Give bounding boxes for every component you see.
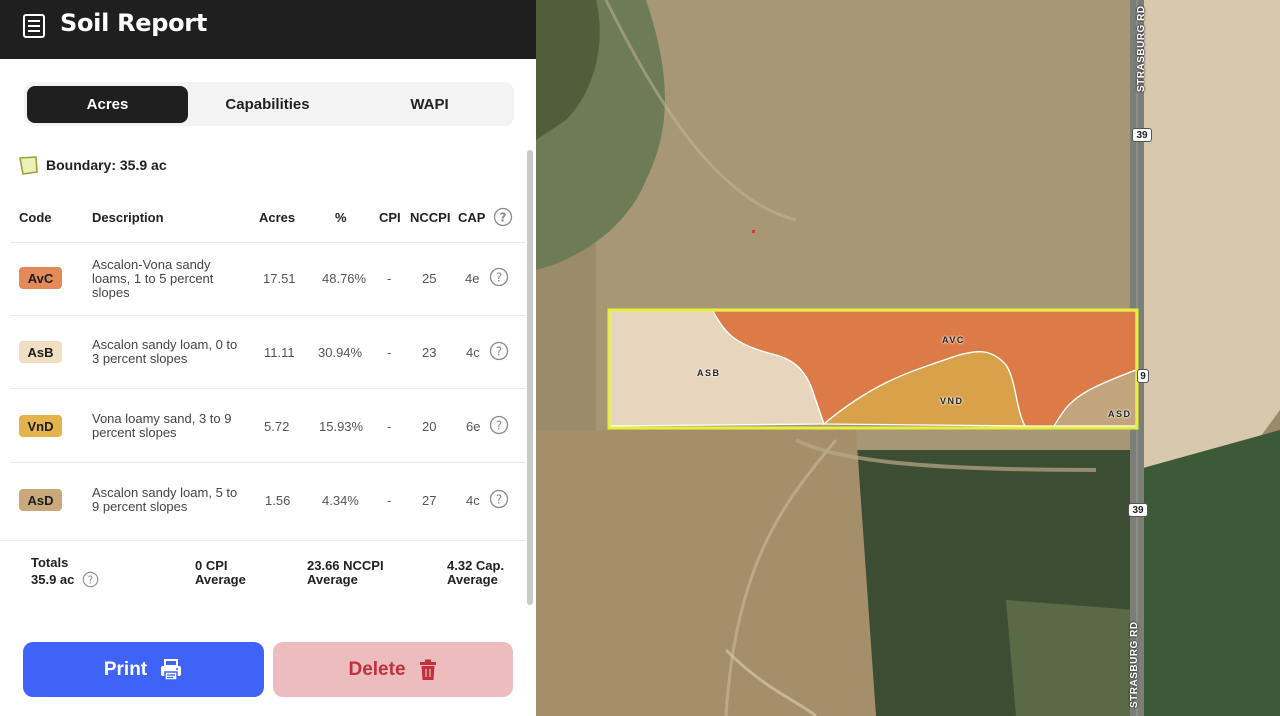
table-row: AsD Ascalon sandy loam, 5 to 9 percent s… — [10, 462, 526, 535]
map-label-asb: ASB — [697, 368, 721, 378]
soil-nccpi: 23 — [422, 345, 437, 360]
report-icon — [23, 14, 45, 38]
totals-nccpi-sub: Average — [307, 572, 358, 587]
soil-code-badge: AsD — [19, 489, 62, 511]
soil-description: Ascalon sandy loam, 0 to 3 percent slope… — [92, 337, 238, 366]
route-shield: 9 — [1137, 369, 1149, 383]
soil-cpi: - — [387, 345, 392, 360]
scrollbar[interactable] — [527, 150, 533, 605]
totals-nccpi: 23.66 NCCPI — [307, 558, 384, 573]
help-icon[interactable]: ? — [82, 571, 99, 588]
totals-label: Totals — [31, 555, 69, 570]
boundary-text: Boundary: 35.9 ac — [46, 157, 167, 173]
soil-acres: 1.56 — [265, 493, 291, 508]
soil-code-badge: AsB — [19, 341, 62, 363]
boundary-polygon-icon — [19, 156, 38, 175]
totals-row: Totals 35.9 ac ? 0 CPI Average 23.66 NCC… — [0, 540, 526, 610]
soil-acres: 5.72 — [264, 419, 290, 434]
help-icon[interactable]: ? — [489, 415, 509, 435]
trash-icon — [419, 659, 436, 680]
soil-acres: 17.51 — [263, 271, 296, 286]
svg-text:?: ? — [88, 575, 93, 586]
totals-cap-sub: Average — [447, 572, 498, 587]
svg-text:?: ? — [496, 271, 502, 285]
soil-description: Vona loamy sand, 3 to 9 percent slopes — [92, 411, 232, 440]
soil-nccpi: 27 — [422, 493, 437, 508]
help-icon[interactable]: ? — [489, 267, 509, 287]
print-label: Print — [103, 658, 148, 680]
route-shield: 39 — [1128, 503, 1148, 517]
table-row: VnD Vona loamy sand, 3 to 9 percent slop… — [10, 388, 526, 461]
table-row: AsB Ascalon sandy loam, 0 to 3 percent s… — [10, 315, 526, 388]
delete-label: Delete — [348, 658, 406, 680]
soil-nccpi: 25 — [422, 271, 437, 286]
soil-code-badge: VnD — [19, 415, 62, 437]
soil-cap: 6e — [466, 419, 481, 434]
col-code: Code — [19, 210, 52, 225]
soil-percent: 4.34% — [322, 493, 359, 508]
soil-nccpi: 20 — [422, 419, 437, 434]
totals-cap: 4.32 Cap. — [447, 558, 505, 573]
route-shield: 39 — [1132, 128, 1152, 142]
table-header: Code Description Acres % CPI NCCPI CAP ? — [0, 207, 526, 230]
soil-report-panel: Soil Report Acres Capabilities WAPI Boun… — [0, 0, 536, 716]
tab-bar: Acres Capabilities WAPI — [24, 82, 514, 126]
table-row: AvC Ascalon-Vona sandy loams, 1 to 5 per… — [10, 242, 526, 315]
col-cap: CAP — [458, 210, 486, 225]
delete-button[interactable]: Delete — [273, 642, 513, 697]
soil-description: Ascalon-Vona sandy loams, 1 to 5 percent… — [92, 257, 214, 300]
printer-icon — [161, 658, 182, 681]
map-label-avc: AVC — [942, 335, 965, 345]
soil-description: Ascalon sandy loam, 5 to 9 percent slope… — [92, 485, 238, 514]
col-percent: % — [335, 210, 347, 225]
map-label-asd: ASD — [1108, 409, 1132, 419]
tab-capabilities[interactable]: Capabilities — [187, 86, 348, 123]
help-icon[interactable]: ? — [489, 489, 509, 509]
soil-cap: 4e — [465, 271, 480, 286]
soil-cpi: - — [387, 493, 392, 508]
soil-code-badge: AvC — [19, 267, 62, 289]
boundary-summary: Boundary: 35.9 ac — [18, 154, 167, 176]
soil-cap: 4c — [466, 493, 480, 508]
soil-acres: 11.11 — [264, 345, 295, 360]
soil-percent: 48.76% — [322, 271, 367, 286]
soil-cpi: - — [387, 419, 392, 434]
svg-text:?: ? — [496, 493, 502, 507]
soil-cap: 4c — [466, 345, 480, 360]
map-canvas[interactable] — [536, 0, 1280, 716]
col-acres: Acres — [259, 210, 296, 225]
soil-percent: 30.94% — [318, 345, 363, 360]
soil-cpi: - — [387, 271, 392, 286]
svg-text:?: ? — [496, 345, 502, 359]
tab-wapi[interactable]: WAPI — [349, 86, 510, 123]
map-label-vnd: VND — [940, 396, 964, 406]
col-description: Description — [92, 210, 164, 225]
print-button[interactable]: Print — [23, 642, 264, 697]
road-label: STRASBURG RD — [1129, 621, 1140, 708]
totals-cpi: 0 CPI — [195, 558, 228, 573]
soil-percent: 15.93% — [319, 419, 364, 434]
col-nccpi: NCCPI — [410, 210, 451, 225]
satellite-map[interactable]: AVC ASB VND ASD 39 39 9 STRASBURG RD STR… — [536, 0, 1280, 716]
tab-acres[interactable]: Acres — [27, 86, 188, 123]
totals-cpi-sub: Average — [195, 572, 246, 587]
panel-header: Soil Report — [0, 0, 536, 59]
road-label: STRASBURG RD — [1136, 5, 1147, 92]
col-cpi: CPI — [379, 210, 401, 225]
svg-text:?: ? — [496, 419, 502, 433]
help-icon[interactable]: ? — [493, 207, 513, 227]
page-title: Soil Report — [60, 9, 208, 37]
svg-text:?: ? — [500, 211, 507, 225]
totals-acres: 35.9 ac — [31, 572, 75, 587]
help-icon[interactable]: ? — [489, 341, 509, 361]
